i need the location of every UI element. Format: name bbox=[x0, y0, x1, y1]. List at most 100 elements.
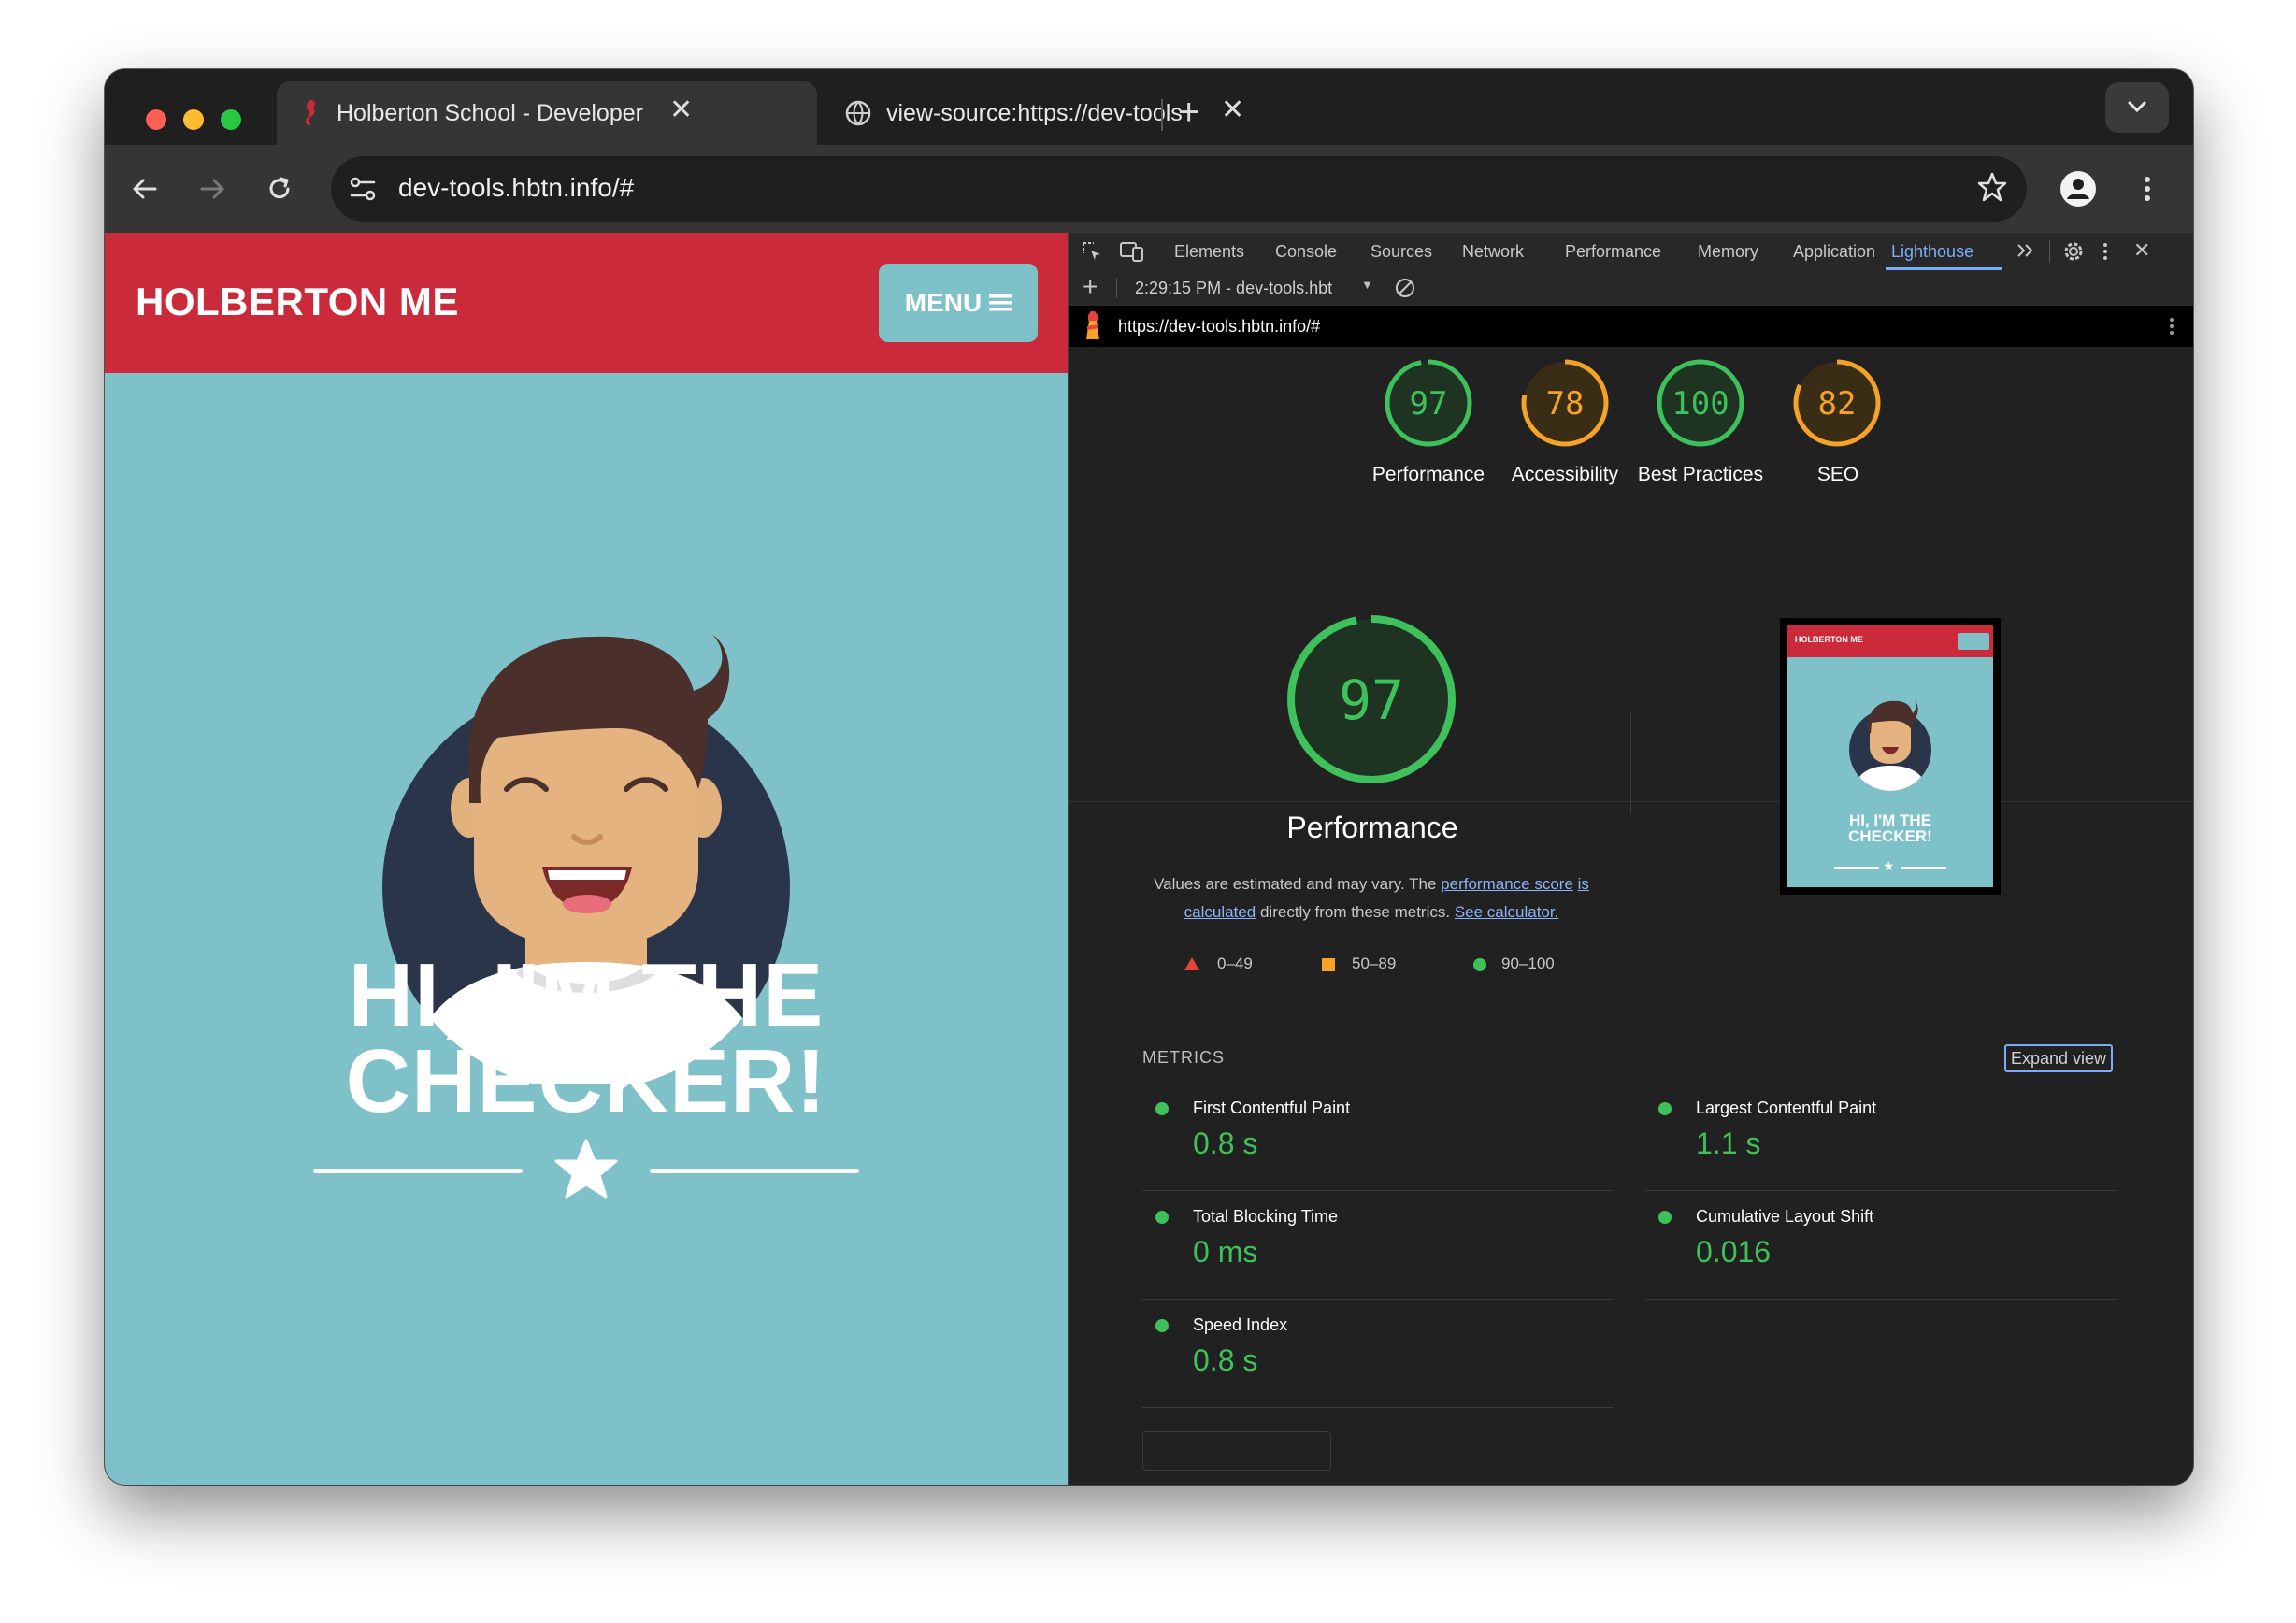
metric-name-fcp: First Contentful Paint bbox=[1193, 1099, 1351, 1117]
view-treemap-button[interactable] bbox=[1142, 1431, 1331, 1471]
profile-button[interactable] bbox=[2053, 164, 2103, 214]
vertical-separator bbox=[1630, 711, 1631, 814]
devtools-panel: Elements Console Sources Network Perform… bbox=[1068, 233, 2193, 1485]
metric-row-divider bbox=[1142, 1407, 1614, 1408]
lighthouse-logo-icon bbox=[1083, 311, 1103, 346]
devtools-tab-performance[interactable]: Performance bbox=[1565, 242, 1661, 262]
final-screenshot-thumbnail[interactable]: HOLBERTON ME HI, I'M THE CHECKER! ★ bbox=[1780, 618, 2001, 895]
pass-circle-icon bbox=[1658, 1102, 1672, 1115]
legend-range-fail: 0–49 bbox=[1217, 955, 1253, 972]
browser-menu-button[interactable] bbox=[2122, 164, 2173, 214]
inspect-element-icon[interactable] bbox=[1081, 240, 1103, 267]
minimize-window-button[interactable] bbox=[183, 109, 204, 130]
performance-title: Performance bbox=[1286, 811, 1458, 844]
dropdown-caret-icon[interactable]: ▼ bbox=[1361, 278, 1373, 292]
devtools-tab-network[interactable]: Network bbox=[1462, 242, 1524, 262]
hero-divider-line-left bbox=[313, 1169, 523, 1173]
thumb-title: HI, I'M THE CHECKER! bbox=[1787, 812, 1993, 844]
gauge-label-performance: Performance bbox=[1371, 464, 1485, 485]
browser-toolbar: dev-tools.hbtn.info/# bbox=[105, 145, 2193, 233]
section-divider bbox=[1069, 801, 2193, 802]
close-tab-icon[interactable]: ✕ bbox=[1221, 96, 1244, 124]
reload-button[interactable] bbox=[254, 164, 305, 214]
gauge-accessibility-score: 78 bbox=[1546, 385, 1585, 423]
kebab-menu-icon bbox=[2145, 177, 2150, 201]
tab-view-source[interactable]: view-source:https://dev-tools ✕ bbox=[724, 81, 1247, 145]
web-page: HOLBERTON ME MENU HI, I'M THE CHECKER! bbox=[105, 233, 1068, 1485]
report-menu-icon[interactable] bbox=[2169, 315, 2174, 342]
profile-avatar-icon bbox=[2060, 171, 2096, 207]
settings-gear-icon[interactable] bbox=[2062, 240, 2085, 267]
close-window-button[interactable] bbox=[146, 109, 166, 130]
metric-value-lcp: 1.1 s bbox=[1696, 1127, 1761, 1160]
devtools-tab-console[interactable]: Console bbox=[1275, 242, 1337, 262]
clear-reports-icon[interactable] bbox=[1395, 278, 1415, 303]
performance-score-link[interactable]: performance score bbox=[1441, 875, 1573, 893]
expand-view-button[interactable]: Expand view bbox=[2004, 1044, 2113, 1072]
category-gauges: 97 78 100 82 bbox=[1385, 359, 1881, 447]
new-tab-icon[interactable]: + bbox=[1178, 93, 1199, 131]
performance-note: Values are estimated and may vary. The p… bbox=[1142, 870, 1600, 926]
back-button[interactable] bbox=[120, 164, 170, 214]
close-tab-icon[interactable]: ✕ bbox=[669, 96, 693, 124]
report-selector[interactable]: 2:29:15 PM - dev-tools.hbt bbox=[1135, 279, 1332, 298]
gauge-seo[interactable]: 82 bbox=[1793, 359, 1881, 447]
browser-window: Holberton School - Developer ✕ view-sour… bbox=[105, 69, 2193, 1485]
gauge-performance[interactable]: 97 bbox=[1385, 359, 1472, 447]
pass-circle-icon bbox=[1155, 1211, 1169, 1224]
metric-value-tbt: 0 ms bbox=[1193, 1235, 1258, 1269]
devtools-tab-lighthouse[interactable]: Lighthouse bbox=[1891, 242, 1973, 262]
gauge-best-practices-score: 100 bbox=[1672, 385, 1729, 423]
note-text: Values are estimated and may vary. The bbox=[1154, 875, 1437, 893]
site-header: HOLBERTON ME MENU bbox=[105, 233, 1068, 373]
gauge-label-accessibility: Accessibility bbox=[1511, 464, 1619, 485]
seahorse-favicon-icon bbox=[299, 98, 320, 133]
hero-title-line-1: HI, I'M THE bbox=[348, 945, 825, 1045]
tab-title: Holberton School - Developer bbox=[337, 100, 643, 126]
new-report-icon[interactable]: + bbox=[1083, 272, 1098, 302]
lighthouse-report-bar: + 2:29:15 PM - dev-tools.hbt ▼ bbox=[1069, 270, 2193, 307]
tab-search-button[interactable] bbox=[2105, 82, 2169, 133]
menu-button[interactable]: MENU bbox=[879, 264, 1038, 342]
forward-button[interactable] bbox=[187, 164, 237, 214]
bookmark-star-icon[interactable] bbox=[1976, 171, 2008, 208]
metrics-heading: METRICS bbox=[1142, 1048, 1225, 1067]
metric-name-si: Speed Index bbox=[1193, 1315, 1288, 1334]
close-devtools-icon[interactable]: ✕ bbox=[2133, 238, 2150, 263]
devtools-tab-bar: Elements Console Sources Network Perform… bbox=[1069, 233, 2193, 271]
arrow-right-icon bbox=[200, 179, 224, 199]
metric-row-divider bbox=[1645, 1299, 2117, 1300]
address-bar[interactable]: dev-tools.hbtn.info/# bbox=[331, 156, 2027, 222]
gauge-accessibility[interactable]: 78 bbox=[1521, 359, 1609, 447]
see-calculator-link[interactable]: See calculator. bbox=[1455, 903, 1559, 921]
hero-divider-line-right bbox=[650, 1169, 859, 1173]
pass-circle-icon bbox=[1658, 1211, 1672, 1224]
devtools-tab-application[interactable]: Application bbox=[1793, 242, 1875, 262]
gauge-label-seo: SEO bbox=[1816, 464, 1859, 485]
tab-strip: Holberton School - Developer ✕ view-sour… bbox=[105, 69, 2193, 145]
metric-row-divider bbox=[1645, 1190, 2117, 1191]
devtools-tab-sources[interactable]: Sources bbox=[1370, 242, 1432, 262]
pass-circle-icon bbox=[1473, 958, 1486, 971]
thumb-title-line-1: HI, I'M THE bbox=[1848, 812, 1932, 829]
tab-title: view-source:https://dev-tools bbox=[886, 100, 1183, 126]
toolbar-divider bbox=[2049, 240, 2050, 263]
device-toolbar-icon[interactable] bbox=[1120, 240, 1144, 267]
thumb-star-icon: ★ bbox=[1883, 858, 1895, 873]
gauge-performance-large[interactable]: 97 bbox=[1287, 615, 1456, 783]
globe-icon bbox=[845, 100, 871, 131]
gauge-best-practices[interactable]: 100 bbox=[1657, 359, 1744, 447]
site-logo[interactable]: HOLBERTON ME bbox=[136, 280, 459, 324]
toolbar-divider bbox=[1116, 278, 1117, 298]
metric-row-divider bbox=[1142, 1190, 1614, 1191]
zoom-window-button[interactable] bbox=[221, 109, 241, 130]
gauge-performance-score: 97 bbox=[1410, 385, 1448, 423]
thumb-menu-button bbox=[1958, 633, 1989, 650]
devtools-more-icon[interactable] bbox=[2102, 240, 2109, 267]
metric-row-divider bbox=[1142, 1299, 1614, 1300]
devtools-tab-memory[interactable]: Memory bbox=[1698, 242, 1758, 262]
site-settings-icon[interactable] bbox=[348, 175, 378, 208]
devtools-tab-elements[interactable]: Elements bbox=[1174, 242, 1244, 262]
hero-title: HI, I'M THE CHECKER! bbox=[105, 945, 1068, 1127]
more-tabs-icon[interactable] bbox=[2016, 240, 2036, 266]
